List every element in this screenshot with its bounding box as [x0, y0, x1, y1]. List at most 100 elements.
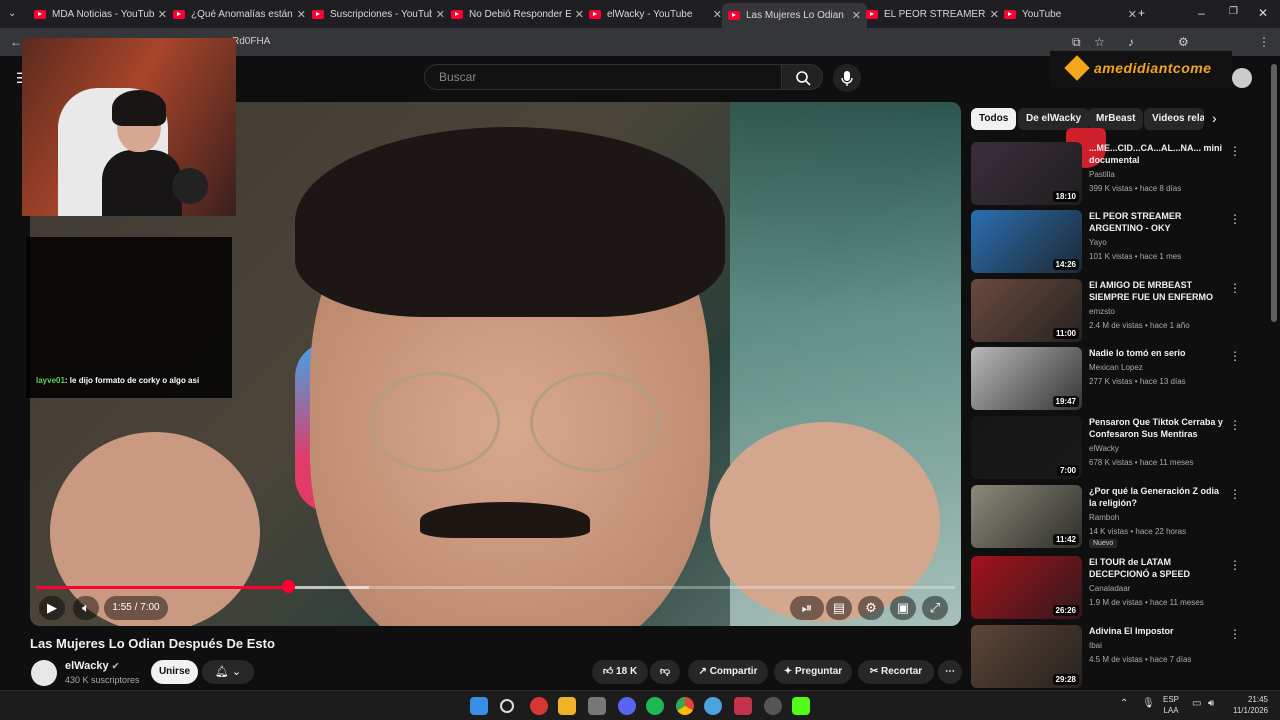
recommended-video[interactable]: 26:26 El TOUR de LATAM DECEPCIONÓ a SPEED… — [971, 556, 1241, 620]
kick-icon[interactable] — [792, 697, 810, 715]
extensions-icon[interactable]: ⚙ — [1178, 35, 1189, 49]
filter-chip[interactable]: MrBeast — [1088, 108, 1144, 130]
back-icon[interactable]: ← — [10, 35, 22, 49]
voice-search-button[interactable] — [833, 64, 861, 92]
scrollbar[interactable] — [1271, 64, 1277, 322]
recommended-title[interactable]: EL PEOR STREAMER ARGENTINO - OKY — [1089, 210, 1225, 234]
ask-button[interactable]: ✦ Preguntar — [774, 660, 852, 684]
clip-button[interactable]: ✂ Recortar — [858, 660, 934, 684]
recommended-title[interactable]: Pensaron Que Tiktok Cerraba y Confesaron… — [1089, 416, 1225, 440]
channel-avatar[interactable] — [31, 660, 57, 686]
close-window-icon[interactable]: ✕ — [1258, 6, 1268, 20]
mute-button[interactable]: 🔈︎ — [73, 596, 99, 620]
recommended-video[interactable]: 7:00 Pensaron Que Tiktok Cerraba y Confes… — [971, 416, 1241, 480]
app-icon-1[interactable] — [530, 697, 548, 715]
recommended-channel[interactable]: elWacky — [1089, 444, 1119, 453]
channel-name[interactable]: elWacky ✔ — [65, 660, 119, 672]
recommended-video[interactable]: 19:47 Nadie lo tomó en serio Mexican Lopez… — [971, 347, 1241, 411]
language-indicator[interactable]: ESP LAA — [1163, 694, 1179, 716]
more-options-icon[interactable]: ⋮ — [1229, 349, 1241, 363]
chrome-icon[interactable] — [676, 697, 694, 715]
app-icon-3[interactable] — [704, 697, 722, 715]
browser-tab[interactable]: No Debió Responder Esto✕ — [445, 3, 590, 25]
recommended-channel[interactable]: Yayo — [1089, 238, 1107, 247]
search-input[interactable]: Buscar — [424, 64, 782, 90]
recommended-video[interactable]: 11:42 ¿Por qué la Generación Z odia la re… — [971, 485, 1241, 549]
close-tab-icon[interactable]: ✕ — [713, 8, 722, 21]
video-thumbnail[interactable]: 18:10 — [971, 142, 1082, 205]
recommended-channel[interactable]: emzsto — [1089, 307, 1115, 316]
install-icon[interactable]: ⧉ — [1072, 35, 1081, 50]
account-avatar[interactable] — [1232, 68, 1252, 88]
tab-list-icon[interactable]: ⌄ — [8, 8, 16, 19]
browser-tab[interactable]: YouTube ✕ — [998, 3, 1143, 25]
browser-tab[interactable]: Suscripciones - YouTube ✕ — [306, 3, 451, 25]
start-icon[interactable] — [470, 697, 488, 715]
tray-mic-icon[interactable]: 🎙︎ — [1142, 698, 1155, 709]
browser-tab[interactable]: EL PEOR STREAMER ARG✕ — [860, 3, 1005, 25]
recommended-title[interactable]: ¿Por qué la Generación Z odia la religió… — [1089, 485, 1225, 509]
more-options-icon[interactable]: ⋮ — [1229, 487, 1241, 501]
video-thumbnail[interactable]: 11:42 — [971, 485, 1082, 548]
join-button[interactable]: Unirse — [151, 660, 198, 684]
more-options-icon[interactable]: ⋮ — [1229, 627, 1241, 641]
fullscreen-button[interactable]: ⤢ — [922, 596, 948, 620]
browser-tab[interactable]: elWacky - YouTube ✕ — [583, 3, 728, 25]
video-thumbnail[interactable]: 26:26 — [971, 556, 1082, 619]
close-tab-icon[interactable]: ✕ — [436, 8, 445, 21]
network-icon[interactable]: ▭ — [1192, 698, 1201, 709]
recommended-channel[interactable]: Ramboh — [1089, 513, 1119, 522]
more-options-icon[interactable]: ⋮ — [1229, 144, 1241, 158]
like-button[interactable]: 👍︎ 18 K — [592, 660, 648, 684]
browser-menu-icon[interactable]: ⋮ — [1258, 35, 1270, 49]
spotify-icon[interactable] — [646, 697, 664, 715]
recommended-title[interactable]: El TOUR de LATAM DECEPCIONÓ a SPEED — [1089, 556, 1225, 580]
chevron-right-icon[interactable]: › — [1212, 110, 1217, 126]
recommended-title[interactable]: Nadie lo tomó en serio — [1089, 347, 1225, 359]
video-thumbnail[interactable]: 14:26 — [971, 210, 1082, 273]
app-icon-2[interactable] — [588, 697, 606, 715]
video-thumbnail[interactable]: 11:00 — [971, 279, 1082, 342]
play-button[interactable]: ▶ — [39, 596, 65, 620]
close-tab-icon[interactable]: ✕ — [297, 8, 306, 21]
share-button[interactable]: ↗ Compartir — [688, 660, 768, 684]
more-actions-button[interactable]: ⋯ — [938, 660, 962, 684]
maximize-icon[interactable]: ❐ — [1229, 6, 1238, 17]
discord-icon[interactable] — [618, 697, 636, 715]
speaker-icon[interactable]: 🔊︎ — [1208, 698, 1214, 709]
recommended-video[interactable]: 14:26 EL PEOR STREAMER ARGENTINO - OKY Yay… — [971, 210, 1241, 274]
recommended-video[interactable]: 29:28 Adivina El Impostor Ibai 4.5 M de vis… — [971, 625, 1241, 689]
minimize-icon[interactable]: – — [1198, 6, 1205, 20]
more-options-icon[interactable]: ⋮ — [1229, 281, 1241, 295]
new-tab-icon[interactable]: + — [1138, 6, 1145, 20]
more-options-icon[interactable]: ⋮ — [1229, 418, 1241, 432]
recommended-video[interactable]: 11:00 El AMIGO DE MRBEAST SIEMPRE FUE UN … — [971, 279, 1241, 343]
bookmark-star-icon[interactable]: ☆ — [1094, 35, 1105, 49]
search-taskbar-icon[interactable] — [500, 699, 514, 713]
clock[interactable]: 21:45 11/1/2026 — [1228, 694, 1268, 716]
browser-tab[interactable]: Las Mujeres Lo Odian ✕ — [722, 3, 867, 28]
progress-scrubber[interactable] — [281, 580, 295, 593]
url-text[interactable]: Rd0FHA — [232, 36, 270, 47]
dislike-button[interactable]: 👎︎ — [650, 660, 680, 684]
filter-chip[interactable]: Todos — [971, 108, 1017, 130]
miniplayer-button[interactable]: ▣ — [890, 596, 916, 620]
file-explorer-icon[interactable] — [558, 697, 576, 715]
filter-chip[interactable]: Videos relac — [1144, 108, 1204, 130]
volume-icon[interactable]: ♪ — [1128, 35, 1134, 49]
close-tab-icon[interactable]: ✕ — [158, 8, 167, 21]
recommended-title[interactable]: El AMIGO DE MRBEAST SIEMPRE FUE UN ENFER… — [1089, 279, 1225, 303]
filter-chip[interactable]: De elWacky — [1018, 108, 1090, 130]
autoplay-toggle[interactable]: ⏯ — [790, 596, 824, 620]
settings-button[interactable]: ⚙ — [858, 596, 884, 620]
video-thumbnail[interactable]: 29:28 — [971, 625, 1082, 688]
recommended-title[interactable]: ...ME...CID...CA...AL...NA... mini docum… — [1089, 142, 1225, 166]
recommended-channel[interactable]: Mexican Lopez — [1089, 363, 1143, 372]
browser-tab[interactable]: MDA Noticias - YouTube ✕ — [28, 3, 173, 25]
more-options-icon[interactable]: ⋮ — [1229, 558, 1241, 572]
subtitles-button[interactable]: ▤ — [826, 596, 852, 620]
search-button[interactable] — [781, 64, 823, 90]
recommended-video[interactable]: 18:10 ...ME...CID...CA...AL...NA... mini … — [971, 142, 1241, 206]
recommended-title[interactable]: Adivina El Impostor — [1089, 625, 1225, 637]
notifications-button[interactable]: 🔔︎ ⌄ — [202, 660, 254, 684]
